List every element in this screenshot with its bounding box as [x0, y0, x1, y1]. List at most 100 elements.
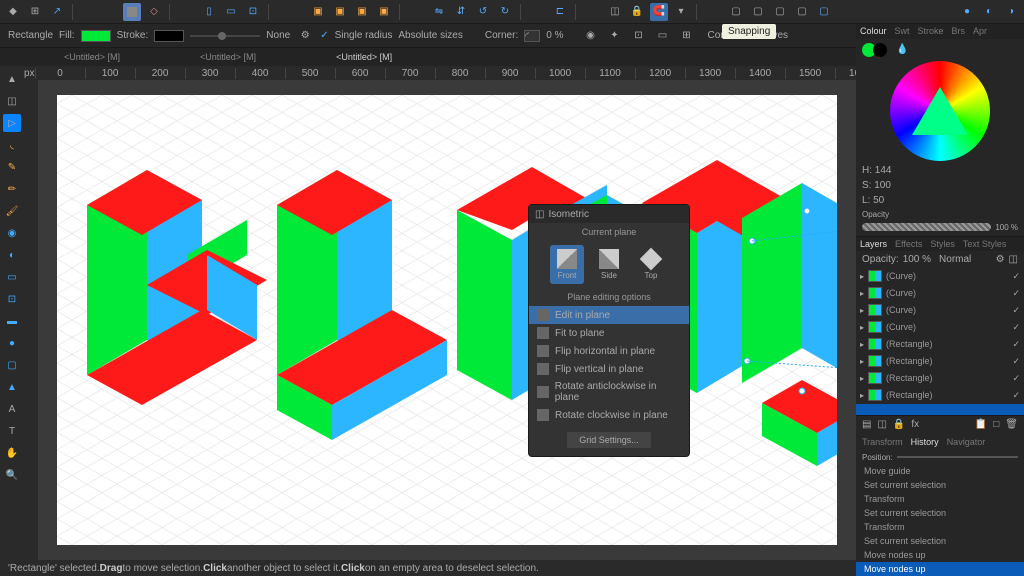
move-tool[interactable]: ▲	[3, 70, 21, 88]
app-icon[interactable]: ◆	[4, 3, 22, 21]
arrange-forward[interactable]: ▣	[353, 3, 371, 21]
artboard-tool[interactable]: ◫	[3, 92, 21, 110]
stroke-swatch[interactable]	[154, 30, 184, 42]
pan-tool[interactable]: ✋	[3, 444, 21, 462]
corner-value[interactable]: 0 %	[546, 30, 563, 41]
tab-history[interactable]: History	[911, 437, 939, 447]
layer-row[interactable]: ▸(Rectangle)✓	[856, 387, 1024, 404]
arrange-front[interactable]: ▣	[375, 3, 393, 21]
doc-tab-0[interactable]: <Untitled> [M]	[24, 50, 160, 64]
node-tool[interactable]: ▷	[3, 114, 21, 132]
ctx-icon-4[interactable]: ▭	[653, 27, 671, 45]
bool-sub-icon[interactable]: ▢	[749, 3, 767, 21]
grid-icon[interactable]: ⊞	[26, 3, 44, 21]
layer-row[interactable]: ▸(Curve)✓	[856, 302, 1024, 319]
edit-in-plane-button[interactable]: Edit in plane	[529, 306, 689, 324]
trash-icon[interactable]: 🗑	[1005, 419, 1018, 430]
history-row[interactable]: Transform	[856, 520, 1024, 534]
persona-1[interactable]: ●	[958, 3, 976, 21]
opacity-value[interactable]: 100 %	[995, 223, 1018, 232]
opacity-slider[interactable]	[862, 223, 991, 231]
panel-icon[interactable]: ◫	[877, 419, 886, 430]
plane-side[interactable]: Side	[592, 245, 626, 284]
history-row[interactable]: Set current selection	[856, 506, 1024, 520]
single-radius-label[interactable]: Single radius	[335, 30, 393, 41]
fill-swatch[interactable]	[81, 30, 111, 42]
plane-front[interactable]: Front	[550, 245, 584, 284]
merge-icon[interactable]: ◫	[1009, 254, 1018, 265]
ellipse-tool[interactable]: ●	[3, 334, 21, 352]
fill-tool[interactable]: ◉	[3, 224, 21, 242]
triangle-tool[interactable]: ▲	[3, 378, 21, 396]
panel-icon[interactable]: ▤	[862, 419, 871, 430]
bool-xor-icon[interactable]: ▢	[793, 3, 811, 21]
layer-row[interactable]: ▸(Rectangle)✓	[856, 336, 1024, 353]
rotate-cw-icon[interactable]: ↻	[496, 3, 514, 21]
align-icon-3[interactable]: ⊡	[244, 3, 262, 21]
isometric-panel[interactable]: ◫ Isometric Current plane Front Side Top…	[528, 204, 690, 457]
snapping-icon[interactable]: 🧲	[650, 3, 668, 21]
doc-tab-1[interactable]: <Untitled> [M]	[160, 50, 296, 64]
pencil-tool[interactable]: ✏	[3, 180, 21, 198]
flip-h-icon[interactable]: ⇋	[430, 3, 448, 21]
tab-transform[interactable]: Transform	[862, 437, 903, 447]
doc-tab-2[interactable]: <Untitled> [M]	[296, 50, 432, 64]
rounded-tool[interactable]: ▢	[3, 356, 21, 374]
flip-v-icon[interactable]: ⇵	[452, 3, 470, 21]
tab-brushes[interactable]: Brs	[952, 26, 966, 36]
align-icon-1[interactable]: ▯	[200, 3, 218, 21]
text-tool[interactable]: A	[3, 400, 21, 418]
layer-row-selected[interactable]	[856, 404, 1024, 415]
rect-tool[interactable]: ▬	[3, 312, 21, 330]
persona-2[interactable]: ◐	[980, 3, 998, 21]
align-left-icon[interactable]: ⊏	[551, 3, 569, 21]
tab-styles[interactable]: Styles	[930, 239, 955, 249]
history-row[interactable]: Move nodes up	[856, 562, 1024, 576]
persona-3[interactable]: ◑	[1002, 3, 1020, 21]
frame-text-tool[interactable]: T	[3, 422, 21, 440]
pen-tool[interactable]: ✎	[3, 158, 21, 176]
layer-row[interactable]: ▸(Curve)✓	[856, 268, 1024, 285]
position-slider[interactable]	[897, 456, 1018, 458]
ctx-icon-2[interactable]: ✦	[605, 27, 623, 45]
bool-add-icon[interactable]: ▢	[727, 3, 745, 21]
tab-layers[interactable]: Layers	[860, 239, 887, 249]
history-row[interactable]: Set current selection	[856, 534, 1024, 548]
ctx-icon-1[interactable]: ◉	[581, 27, 599, 45]
tab-navigator[interactable]: Navigator	[947, 437, 986, 447]
secondary-swatch[interactable]	[873, 43, 887, 57]
arrange-backward[interactable]: ▣	[331, 3, 349, 21]
layer-opacity-value[interactable]: 100 %	[903, 254, 931, 265]
corner-type[interactable]: ◜	[524, 30, 540, 42]
bool-int-icon[interactable]: ▢	[771, 3, 789, 21]
canvas-viewport[interactable]	[38, 80, 856, 560]
zoom-tool[interactable]: 🔍	[3, 466, 21, 484]
ctx-icon-3[interactable]: ⊡	[629, 27, 647, 45]
panel-icon[interactable]: 🔒	[893, 419, 905, 430]
grid-settings-button[interactable]: Grid Settings...	[567, 432, 651, 448]
rotate-ccw-icon[interactable]: ↺	[474, 3, 492, 21]
history-row[interactable]: Move nodes up	[856, 548, 1024, 562]
flip-vertical-button[interactable]: Flip vertical in plane	[529, 360, 689, 378]
colour-wheel[interactable]	[890, 61, 990, 161]
stroke-width-slider[interactable]	[190, 35, 260, 37]
layer-row[interactable]: ▸(Rectangle)✓	[856, 370, 1024, 387]
bool-div-icon[interactable]: ▢	[815, 3, 833, 21]
history-row[interactable]: Move guide	[856, 464, 1024, 478]
panel-icon[interactable]: □	[993, 419, 999, 430]
tab-swatches[interactable]: Swt	[895, 26, 910, 36]
tab-effects[interactable]: Effects	[895, 239, 922, 249]
align-icon-2[interactable]: ▭	[222, 3, 240, 21]
tab-appearance[interactable]: Apr	[973, 26, 987, 36]
gear-icon[interactable]: ⚙	[296, 27, 314, 45]
crop-tool[interactable]: ⊡	[3, 290, 21, 308]
layer-row[interactable]: ▸(Rectangle)✓	[856, 353, 1024, 370]
rotate-ccw-button[interactable]: Rotate anticlockwise in plane	[529, 378, 689, 406]
insert-icon[interactable]: ◫	[606, 3, 624, 21]
blend-mode[interactable]: Normal	[939, 254, 971, 265]
tab-text-styles[interactable]: Text Styles	[963, 239, 1007, 249]
alt-tool-2[interactable]: ◇	[145, 3, 163, 21]
corner-tool[interactable]: ◟	[3, 136, 21, 154]
artboard[interactable]	[57, 95, 837, 545]
plane-top[interactable]: Top	[634, 245, 668, 284]
